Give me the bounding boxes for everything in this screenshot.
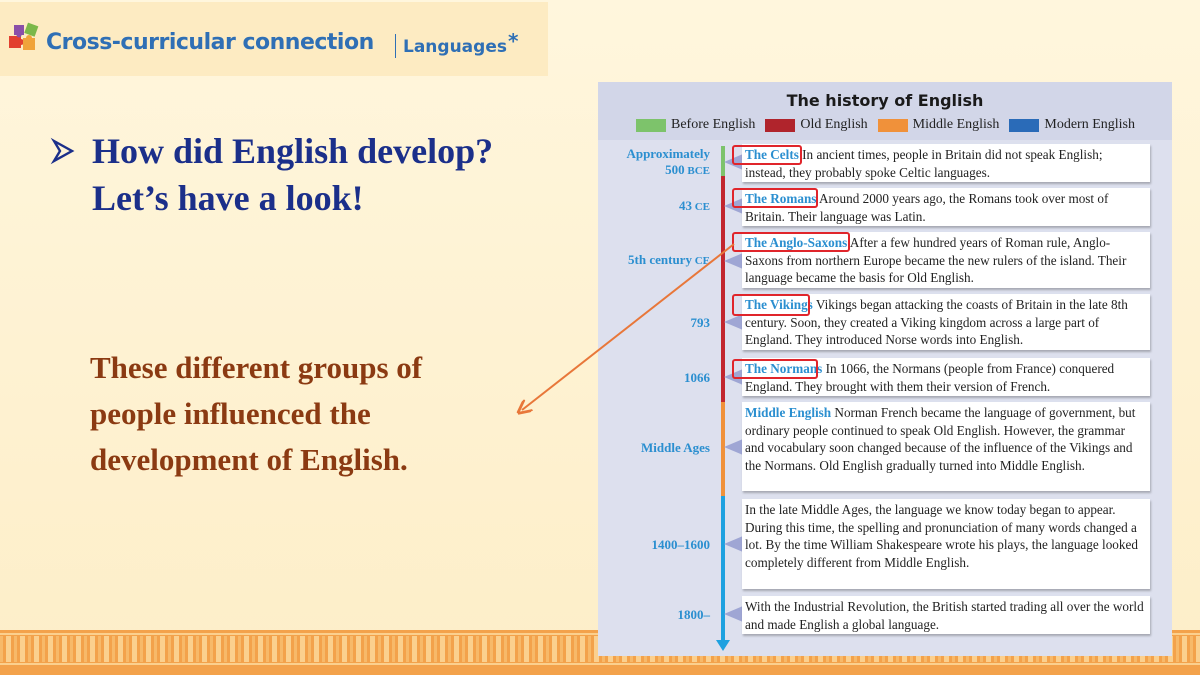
history-panel: The history of English Before English Old… [598,82,1172,656]
statement-text: These different groups of people influen… [90,350,423,477]
legend-swatch [765,118,796,132]
timeline-arrowhead [716,640,730,651]
timeline-date-unit: CE [691,201,710,213]
legend-swatch [636,118,666,132]
timeline-entry: With the Industrial Revolution, the Brit… [742,596,1150,634]
question-text: How did English develop? Let’s have a lo… [92,128,572,222]
timeline-date-text: 1400–1600 [651,537,711,552]
timeline-date-text: Approximately [626,146,710,161]
legend-item: Before English [636,117,755,133]
banner-subtitle: Languages [403,37,507,57]
timeline-date-text: 1066 [684,370,710,385]
timeline-date-text: 1800– [677,607,711,622]
timeline-date-unit: CE [691,255,710,267]
timeline-pointer [724,314,743,330]
legend: Before English Old English Middle English M… [636,117,1145,133]
legend-label: Modern English [1044,117,1135,132]
timeline-pointer [724,606,743,622]
entry-text: With the Industrial Revolution, the Brit… [745,599,1144,632]
banner-title: Cross-curricular connection [46,30,374,55]
legend-swatch [1009,118,1040,132]
banner-divider [395,34,396,58]
timeline-date-text: 43 [678,198,692,213]
timeline-entry: Middle English Norman French became the … [742,402,1150,491]
highlight-box [732,294,810,316]
entry-heading: Middle English [745,405,832,420]
timeline-date: 1800– [678,607,711,623]
timeline-pointer [724,439,743,455]
puzzle-icon [9,22,39,50]
timeline-date: 43 CE [679,198,710,215]
legend-item: Old English [765,117,868,133]
highlight-box [732,188,818,208]
timeline-date: 5th century CE [628,252,710,269]
timeline-date-text: 5th century [628,252,692,267]
legend-item: Middle English [877,117,1000,133]
legend-swatch [877,118,908,132]
timeline-date: Approximately 500 BCE [626,146,710,179]
legend-label: Old English [800,117,868,132]
timeline-entry: The Celts In ancient times, people in Br… [742,144,1150,182]
highlight-box [732,232,850,252]
legend-item: Modern English [1009,117,1135,133]
highlight-box [732,359,818,379]
timeline-date-unit: BCE [684,165,710,177]
header-banner: Cross-curricular connection Languages * [0,2,548,76]
panel-title: The history of English [786,91,984,110]
timeline-pointer [724,253,743,269]
bottom-border-line [0,663,1200,665]
timeline-date: 1066 [684,370,710,386]
question-line-2: Let’s have a look! [92,178,364,218]
banner-star: * [508,29,519,53]
legend-label: Middle English [912,117,1000,132]
timeline-date: 1400–1600 [652,537,711,553]
legend-label: Before English [671,117,756,132]
timeline-entry: In the late Middle Ages, the language we… [742,499,1150,589]
timeline-date-text: Middle Ages [641,440,710,455]
timeline-date: Middle Ages [641,440,710,456]
bullet-arrow-icon [50,137,75,165]
timeline-date-text: 500 [665,162,685,177]
timeline-pointer [724,536,743,552]
timeline-date-text: 793 [690,315,711,330]
highlight-box [732,145,802,165]
timeline-date: 793 [691,315,711,331]
entry-text: In the late Middle Ages, the language we… [745,502,1138,570]
question-line-1: How did English develop? [92,131,494,171]
